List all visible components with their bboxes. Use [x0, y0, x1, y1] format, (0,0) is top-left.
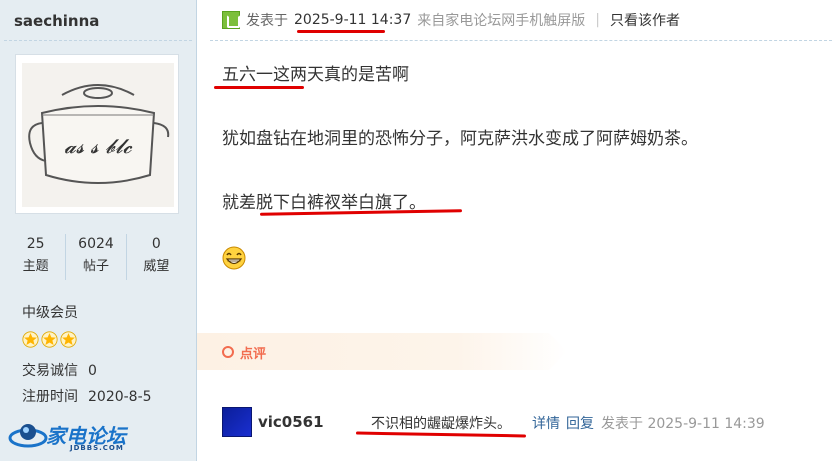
forum-logo-icon — [8, 424, 48, 448]
stat-prestige-label: 威望 — [143, 259, 170, 274]
forum-logo-domain: JDBBS.COM — [70, 444, 124, 452]
member-level[interactable]: 中级会员 — [22, 302, 78, 322]
stat-posts-value: 6024 — [78, 236, 114, 252]
post-paragraph-2: 犹如盘钻在地洞里的恐怖分子，阿克萨洪水变成了阿萨姆奶茶。 — [222, 129, 698, 149]
stat-threads-value: 25 — [26, 236, 45, 252]
post-paragraph-3: 就差脱下白裤衩举白旗了。 — [222, 193, 426, 213]
avatar[interactable]: 𝓪𝓼 𝓼 𝓫𝓵𝓬 — [15, 54, 179, 214]
commenter-username[interactable]: vic0561 — [258, 413, 324, 431]
posted-label: 发表于 — [246, 13, 288, 29]
red-underline-line1 — [214, 86, 304, 89]
post-divider — [210, 40, 832, 41]
stat-prestige-value: 0 — [151, 236, 161, 252]
grin-emoji-icon — [222, 246, 246, 270]
only-author-link[interactable]: 只看该作者 — [610, 10, 680, 30]
level-star-icon — [22, 331, 39, 348]
level-star-icon — [41, 331, 58, 348]
stat-threads[interactable]: 25 主题 — [6, 234, 65, 280]
review-label: 点评 — [240, 347, 267, 362]
online-status-icon — [222, 11, 240, 29]
stat-posts-label: 帖子 — [82, 259, 109, 274]
level-stars — [22, 331, 77, 348]
post-date: 2025-9-11 14:37 — [294, 12, 412, 28]
comment-time: 发表于 2025-9-11 14:39 — [601, 416, 765, 432]
red-underline-date — [297, 30, 385, 33]
author-username[interactable]: saechinna — [14, 12, 99, 30]
post-source[interactable]: 来自家电论坛网手机触屏版 — [417, 10, 585, 30]
info-trade-credit-label: 交易诚信 — [22, 363, 78, 379]
stat-threads-label: 主题 — [22, 259, 49, 274]
meta-separator: | — [595, 12, 600, 28]
author-sidebar: saechinna 𝓪𝓼 𝓼 𝓫𝓵𝓬 25 主题 6024 帖子 0 威望 中级… — [0, 0, 197, 461]
stat-posts[interactable]: 6024 帖子 — [65, 234, 125, 280]
info-register-date-value: 2020-8-5 — [88, 389, 152, 405]
commenter-avatar[interactable] — [222, 407, 252, 437]
info-trade-credit-value: 0 — [88, 363, 97, 379]
comment-text: 不识相的龌龊爆炸头。 — [371, 416, 511, 432]
sidebar-divider — [4, 40, 192, 41]
info-trade-credit: 交易诚信 0 — [22, 360, 97, 380]
info-register-date: 注册时间 2020-8-5 — [22, 386, 152, 406]
comment-detail-link[interactable]: 详情 — [532, 413, 560, 433]
post-meta-bar: 发表于 2025-9-11 14:37 来自家电论坛网手机触屏版 | 只看该作者 — [222, 9, 680, 31]
review-circle-icon — [222, 346, 234, 358]
post-paragraph-1: 五六一这两天真的是苦啊 — [222, 65, 409, 85]
stat-prestige[interactable]: 0 威望 — [125, 234, 186, 280]
info-register-date-label: 注册时间 — [22, 389, 78, 405]
level-star-icon — [60, 331, 77, 348]
author-stats: 25 主题 6024 帖子 0 威望 — [6, 234, 186, 280]
svg-text:𝓪𝓼 𝓼 𝓫𝓵𝓬: 𝓪𝓼 𝓼 𝓫𝓵𝓬 — [64, 134, 133, 158]
comment-reply-link[interactable]: 回复 — [566, 413, 594, 433]
teapot-avatar-icon: 𝓪𝓼 𝓼 𝓫𝓵𝓬 — [22, 63, 174, 207]
